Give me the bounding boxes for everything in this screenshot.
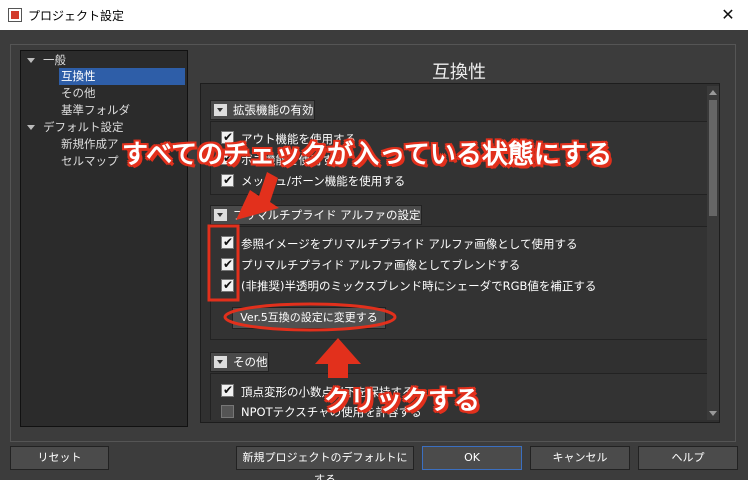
- annotation-check-all: すべてのチェックが入っている状態にする: [122, 140, 613, 170]
- group-title: 拡張機能の有効: [233, 103, 314, 117]
- annotation-click: クリックする: [324, 386, 481, 416]
- checkbox-alpha-3[interactable]: ✔: [221, 278, 234, 292]
- panel-scrollbar[interactable]: [707, 86, 719, 420]
- app-icon: [8, 8, 22, 22]
- cancel-button[interactable]: キャンセル: [530, 446, 630, 470]
- reset-button[interactable]: リセット: [10, 446, 109, 470]
- tree-item-label: デフォルト設定: [43, 120, 124, 134]
- collapse-arrow-icon[interactable]: [214, 104, 227, 116]
- group-header-extensions[interactable]: 拡張機能の有効: [210, 100, 315, 120]
- checkbox-label: プリマルチプライド アルファ画像としてブレンドする: [241, 258, 521, 272]
- checkbox-alpha-2[interactable]: ✔: [221, 257, 234, 271]
- tree-item-new-file[interactable]: 新規作成ア: [61, 136, 119, 153]
- tree-item-cellmap[interactable]: セルマップ: [61, 153, 119, 170]
- tree-item-other[interactable]: その他: [61, 85, 96, 102]
- tree-item-label: セルマップ: [61, 154, 119, 168]
- checkbox-label: メッシュ/ボーン機能を使用する: [241, 174, 406, 188]
- collapse-arrow-icon[interactable]: [214, 209, 227, 221]
- title-bar: プロジェクト設定 ✕: [0, 0, 748, 30]
- tree-item-base-folder[interactable]: 基準フォルダ: [61, 102, 130, 119]
- close-icon[interactable]: ✕: [716, 4, 740, 26]
- tree-item-default-settings[interactable]: デフォルト設定: [25, 119, 124, 136]
- collapse-arrow-icon[interactable]: [214, 356, 227, 368]
- group-header-other[interactable]: その他: [210, 352, 269, 372]
- help-button[interactable]: ヘルプ: [638, 446, 738, 470]
- tree-item-label: 一般: [43, 53, 66, 67]
- checkbox-label: (非推奨)半透明のミックスブレンド時にシェーダでRGB値を補正する: [241, 279, 597, 293]
- settings-tree: 一般 互換性 その他 基準フォルダ デフォルト設定 新規作成ア セルマップ: [20, 50, 188, 427]
- ver5-compat-button[interactable]: Ver.5互換の設定に変更する: [232, 307, 386, 329]
- tree-item-label: 新規作成ア: [61, 137, 119, 151]
- checkbox-label: 参照イメージをプリマルチプライド アルファ画像として使用する: [241, 237, 578, 251]
- group-title: その他: [233, 355, 268, 369]
- tree-item-general[interactable]: 一般: [25, 52, 66, 69]
- expand-arrow-icon[interactable]: [27, 58, 35, 63]
- scroll-up-icon[interactable]: [709, 90, 717, 95]
- make-default-button[interactable]: 新規プロジェクトのデフォルトにする: [236, 446, 414, 486]
- tree-item-compatibility[interactable]: 互換性: [59, 68, 185, 85]
- group-header-premultiplied[interactable]: プリマルチプライド アルファの設定: [210, 205, 422, 225]
- checkbox-alpha-1[interactable]: ✔: [221, 235, 234, 249]
- group-title: プリマルチプライド アルファの設定: [233, 208, 421, 222]
- scroll-down-icon[interactable]: [709, 411, 717, 416]
- checkbox-ext-3[interactable]: ✔: [221, 173, 234, 187]
- tree-item-label: その他: [61, 86, 96, 100]
- tree-item-label: 互換性: [61, 69, 96, 83]
- scroll-thumb[interactable]: [709, 100, 717, 216]
- checkbox-other-2[interactable]: [221, 405, 234, 418]
- checkbox-other-1[interactable]: ✔: [221, 383, 234, 397]
- page-title: 互換性: [432, 62, 486, 83]
- window-title: プロジェクト設定: [28, 9, 125, 23]
- tree-item-label: 基準フォルダ: [61, 103, 130, 117]
- ok-button[interactable]: OK: [422, 446, 522, 470]
- expand-arrow-icon[interactable]: [27, 125, 35, 130]
